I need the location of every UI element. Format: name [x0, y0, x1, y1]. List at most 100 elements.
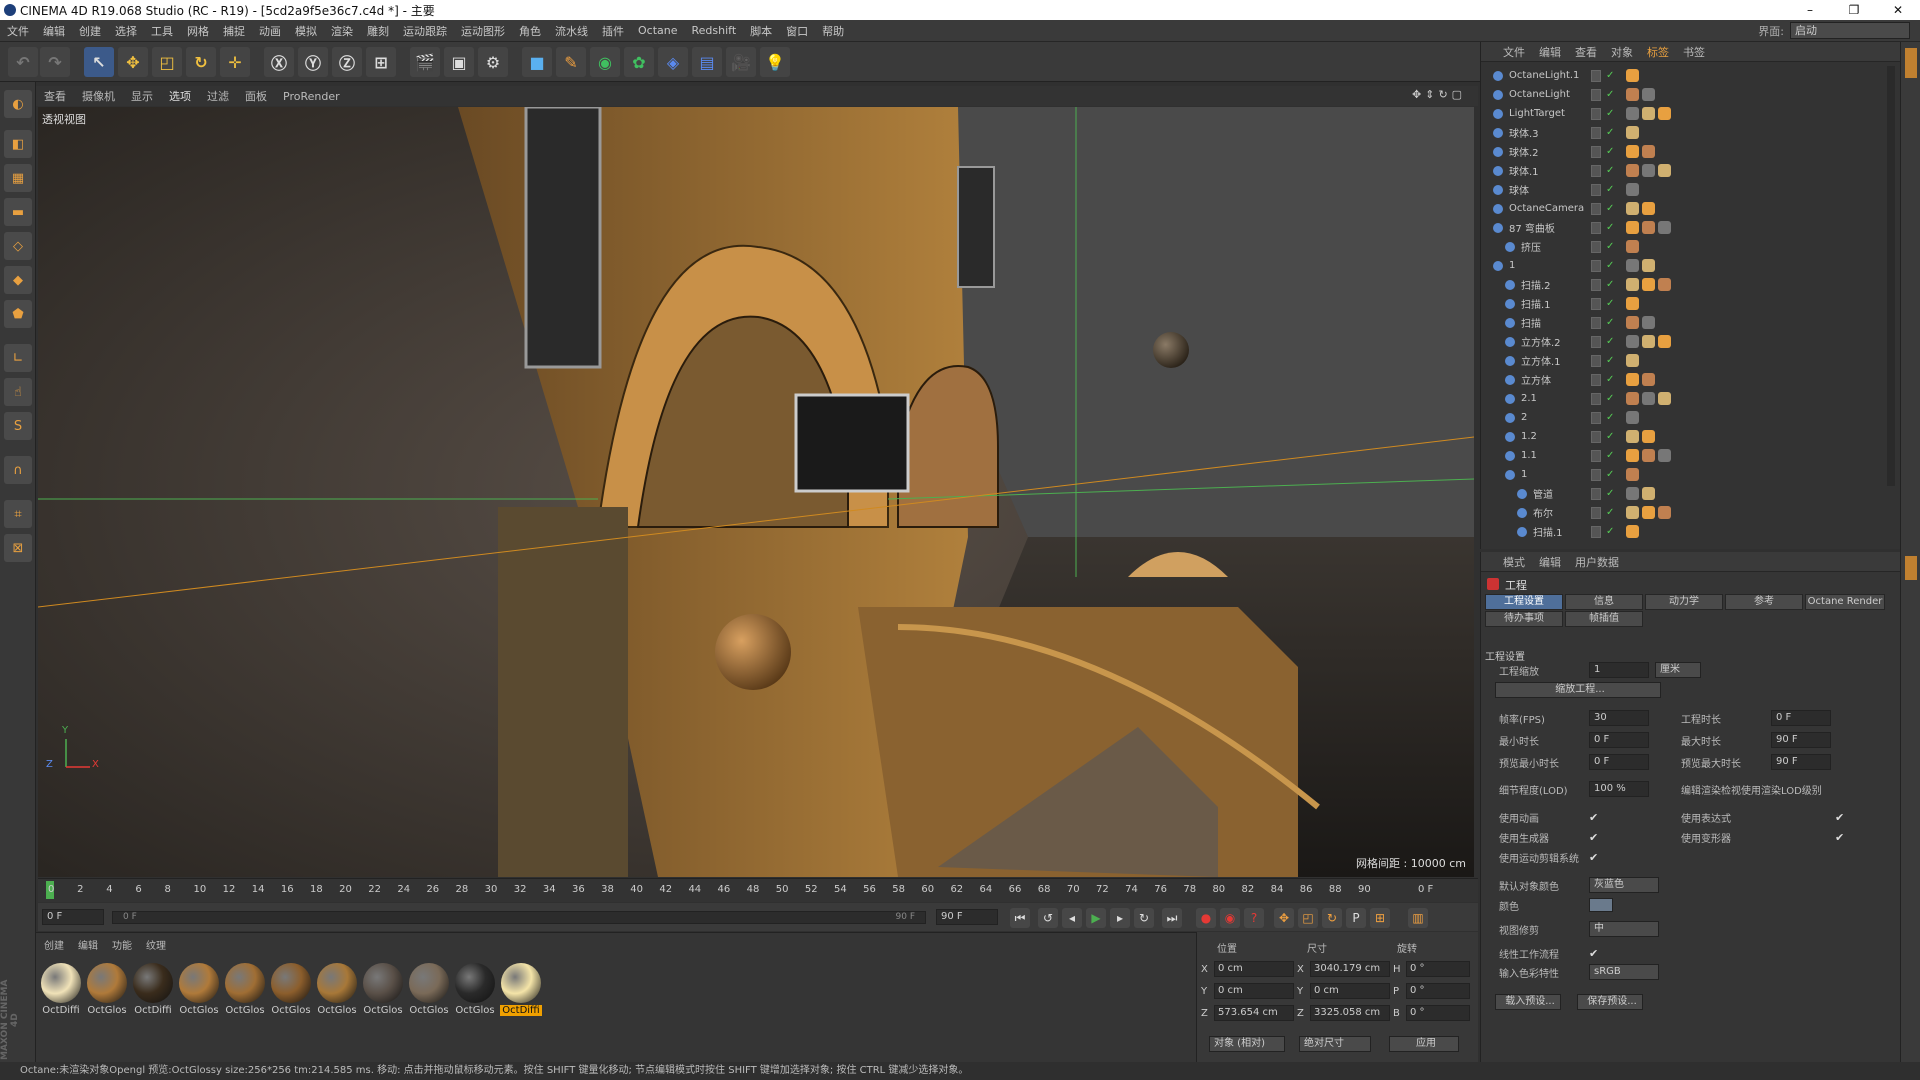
- menu-simulate[interactable]: 模拟: [288, 23, 324, 39]
- material-item[interactable]: OctGlos: [178, 963, 220, 1016]
- object-name[interactable]: 球体.3: [1509, 125, 1539, 140]
- model-mode-icon[interactable]: ◧: [4, 130, 32, 158]
- tag-icon[interactable]: [1658, 164, 1671, 177]
- tag-icon[interactable]: [1626, 183, 1639, 196]
- workplane-lock-icon[interactable]: ⌗: [4, 500, 32, 528]
- object-scrollbar[interactable]: [1887, 66, 1895, 486]
- tag-icon[interactable]: [1626, 487, 1639, 500]
- attr-menu-mode[interactable]: 模式: [1481, 554, 1532, 570]
- object-name[interactable]: 立方体.2: [1521, 334, 1561, 349]
- viewport-menu-display[interactable]: 显示: [123, 88, 161, 104]
- object-name[interactable]: 布尔: [1533, 505, 1553, 520]
- edges-mode-icon[interactable]: ◆: [4, 266, 32, 294]
- tag-icon[interactable]: [1642, 430, 1655, 443]
- coord-apply-button[interactable]: 应用: [1389, 1036, 1459, 1052]
- enabled-check-icon[interactable]: ✓: [1606, 431, 1614, 442]
- coordinate-system-icon[interactable]: ⊞: [366, 47, 396, 77]
- dropdown-view-clipping[interactable]: 中: [1589, 921, 1659, 937]
- tag-icon[interactable]: [1626, 145, 1639, 158]
- tab-todo[interactable]: 待办事项: [1485, 611, 1563, 627]
- key-rotation-icon[interactable]: ↻: [1322, 908, 1342, 928]
- object-row[interactable]: OctaneCamera ✓: [1481, 199, 1881, 218]
- tag-icon[interactable]: [1642, 392, 1655, 405]
- viewport-menu-filter[interactable]: 过滤: [199, 88, 237, 104]
- tag-icon[interactable]: [1626, 107, 1639, 120]
- obj-menu-objects[interactable]: 对象: [1604, 44, 1640, 60]
- object-name[interactable]: 立方体: [1521, 372, 1551, 387]
- tag-icon[interactable]: [1626, 278, 1639, 291]
- menu-animate[interactable]: 动画: [252, 23, 288, 39]
- object-row[interactable]: 布尔 ✓: [1481, 503, 1881, 522]
- dropdown-default-color[interactable]: 灰蓝色: [1589, 877, 1659, 893]
- visibility-toggle[interactable]: [1591, 392, 1601, 405]
- checkbox-use-generators[interactable]: ✔: [1589, 831, 1598, 844]
- tag-icon[interactable]: [1642, 373, 1655, 386]
- object-name[interactable]: 1: [1521, 469, 1527, 480]
- key-position-icon[interactable]: ✥: [1274, 908, 1294, 928]
- visibility-toggle[interactable]: [1591, 69, 1601, 82]
- tab-project-settings[interactable]: 工程设置: [1485, 594, 1563, 610]
- object-name[interactable]: 2.1: [1521, 393, 1537, 404]
- enabled-check-icon[interactable]: ✓: [1606, 507, 1614, 518]
- coord-size-x[interactable]: 3040.179 cm: [1310, 961, 1390, 977]
- tag-icon[interactable]: [1626, 202, 1639, 215]
- menu-pipeline[interactable]: 流水线: [548, 23, 595, 39]
- coord-size-z[interactable]: 3325.058 cm: [1310, 1005, 1390, 1021]
- enabled-check-icon[interactable]: ✓: [1606, 203, 1614, 214]
- points-mode-icon[interactable]: ◇: [4, 232, 32, 260]
- object-row[interactable]: 扫描.2 ✓: [1481, 275, 1881, 294]
- close-button[interactable]: ✕: [1876, 0, 1920, 20]
- object-name[interactable]: 1: [1509, 260, 1515, 271]
- material-item[interactable]: OctGlos: [362, 963, 404, 1016]
- play-icon[interactable]: ▶: [1086, 908, 1106, 928]
- tag-icon[interactable]: [1642, 449, 1655, 462]
- tab-dynamics[interactable]: 动力学: [1645, 594, 1723, 610]
- viewport-menu-options[interactable]: 选项: [161, 88, 199, 104]
- menu-motion-tracking[interactable]: 运动跟踪: [396, 23, 454, 39]
- coord-size-y[interactable]: 0 cm: [1310, 983, 1390, 999]
- material-item[interactable]: OctGlos: [454, 963, 496, 1016]
- scale-icon[interactable]: ◰: [152, 47, 182, 77]
- make-editable-icon[interactable]: ◐: [4, 90, 32, 118]
- render-view-icon[interactable]: 🎬: [410, 47, 440, 77]
- visibility-toggle[interactable]: [1591, 164, 1601, 177]
- polygons-mode-icon[interactable]: ⬟: [4, 300, 32, 328]
- visibility-toggle[interactable]: [1591, 316, 1601, 329]
- menu-character[interactable]: 角色: [512, 23, 548, 39]
- tag-icon[interactable]: [1626, 392, 1639, 405]
- object-row[interactable]: 87 弯曲板 ✓: [1481, 218, 1881, 237]
- field-max-time[interactable]: 90 F: [1771, 732, 1831, 748]
- menu-plugins[interactable]: 插件: [595, 23, 631, 39]
- tag-icon[interactable]: [1658, 107, 1671, 120]
- material-menu-create[interactable]: 创建: [44, 937, 64, 952]
- tag-icon[interactable]: [1626, 335, 1639, 348]
- object-row[interactable]: 立方体.2 ✓: [1481, 332, 1881, 351]
- object-name[interactable]: 球体.2: [1509, 144, 1539, 159]
- record-icon[interactable]: ●: [1196, 908, 1216, 928]
- save-preset-button[interactable]: 保存预设...: [1577, 994, 1643, 1010]
- deformer-icon[interactable]: ◈: [658, 47, 688, 77]
- enabled-check-icon[interactable]: ✓: [1606, 355, 1614, 366]
- obj-menu-view[interactable]: 查看: [1568, 44, 1604, 60]
- tab-info[interactable]: 信息: [1565, 594, 1643, 610]
- object-name[interactable]: 87 弯曲板: [1509, 220, 1555, 235]
- object-name[interactable]: OctaneLight: [1509, 89, 1570, 100]
- visibility-toggle[interactable]: [1591, 525, 1601, 538]
- layout-dropdown[interactable]: 启动: [1790, 22, 1910, 39]
- tag-icon[interactable]: [1626, 354, 1639, 367]
- obj-menu-file[interactable]: 文件: [1481, 44, 1532, 60]
- obj-menu-edit[interactable]: 编辑: [1532, 44, 1568, 60]
- enabled-check-icon[interactable]: ✓: [1606, 108, 1614, 119]
- tag-icon[interactable]: [1658, 278, 1671, 291]
- dropdown-scale-unit[interactable]: 厘米: [1655, 662, 1701, 678]
- magnet-icon[interactable]: ∩: [4, 456, 32, 484]
- visibility-toggle[interactable]: [1591, 335, 1601, 348]
- axis-mode-icon[interactable]: ∟: [4, 344, 32, 372]
- enabled-check-icon[interactable]: ✓: [1606, 374, 1614, 385]
- coord-rot-b[interactable]: 0 °: [1406, 1005, 1470, 1021]
- scale-project-button[interactable]: 缩放工程...: [1495, 682, 1661, 698]
- enabled-check-icon[interactable]: ✓: [1606, 241, 1614, 252]
- viewport-menu-prorender[interactable]: ProRender: [275, 90, 348, 103]
- field-fps[interactable]: 30: [1589, 710, 1649, 726]
- maximize-button[interactable]: ❐: [1832, 0, 1876, 20]
